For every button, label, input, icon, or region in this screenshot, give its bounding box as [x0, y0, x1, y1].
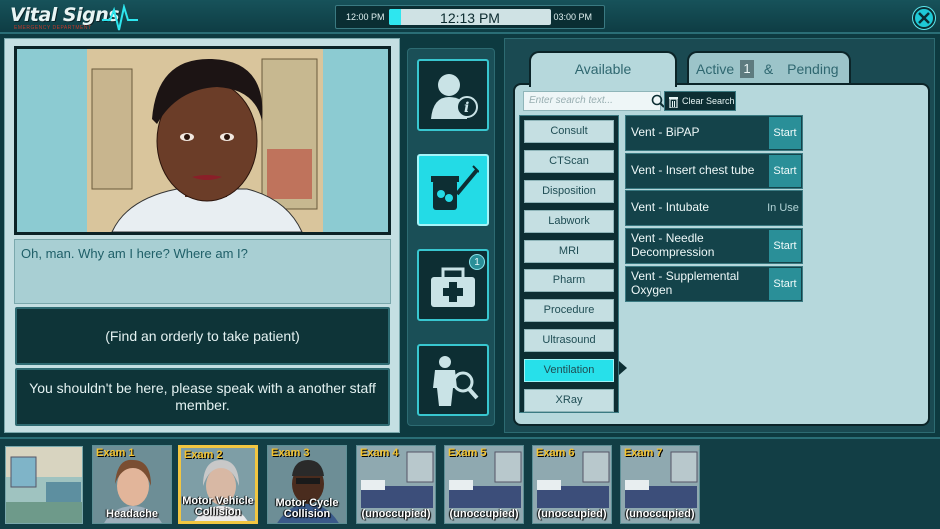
exam-label: Exam 6	[536, 447, 575, 459]
exam-room-2[interactable]: Exam 2 Motor Vehicle Collision	[178, 445, 258, 524]
tab-pending-label: Pending	[787, 61, 839, 77]
category-consult[interactable]: Consult	[524, 120, 614, 143]
exam-label: Exam 5	[448, 447, 487, 459]
svg-text:i: i	[464, 100, 469, 116]
procedure-name: Vent - BiPAP	[631, 125, 700, 140]
start-button[interactable]: Start	[769, 155, 801, 187]
medications-button[interactable]	[417, 154, 489, 226]
patient-dialogue: Oh, man. Why am I here? Where am I?	[14, 239, 391, 304]
shift-end-time: 03:00 PM	[553, 12, 592, 22]
category-ultrasound[interactable]: Ultrasound	[524, 329, 614, 352]
procedure-item: Vent - Insert chest tube Start	[625, 153, 803, 189]
patient-info-icon: i	[431, 74, 478, 119]
clear-search-button[interactable]: Clear Search	[664, 91, 736, 111]
category-ctscan[interactable]: CTScan	[524, 150, 614, 173]
procedure-name: Vent - Intubate	[631, 200, 710, 215]
selected-category-arrow-icon	[619, 361, 627, 375]
tool-column: i 1	[407, 48, 495, 426]
exam-description: (unoccupied)	[449, 508, 519, 521]
exam-room-7[interactable]: Exam 7 (unoccupied)	[620, 445, 700, 524]
lobby-view-button[interactable]	[5, 446, 83, 524]
procedure-name: Vent - Insert chest tube	[631, 163, 755, 178]
tab-active-label: Active	[696, 61, 735, 77]
procedure-item: Vent - BiPAP Start	[625, 115, 803, 151]
examine-body-icon	[433, 356, 479, 406]
category-xray[interactable]: XRay	[524, 389, 614, 412]
search-input[interactable]: Enter search text...	[523, 91, 665, 111]
tab-active-pending[interactable]: Active 1 & Pending 0	[687, 51, 851, 111]
start-button[interactable]: Start	[769, 117, 801, 149]
exam-label: Exam 7	[624, 447, 663, 459]
heartbeat-icon	[102, 4, 138, 31]
top-bar: Vital Signs EMERGENCY DEPARTMENT 12:00 P…	[0, 0, 940, 34]
exam-room-6[interactable]: Exam 6 (unoccupied)	[532, 445, 612, 524]
category-list: Consult CTScan Disposition Labwork MRI P…	[519, 115, 619, 413]
start-button[interactable]: Start	[769, 230, 801, 262]
category-labwork[interactable]: Labwork	[524, 210, 614, 233]
response-option[interactable]: (Find an orderly to take patient)	[15, 307, 390, 365]
exam-description: Motor Vehicle Collision	[182, 494, 254, 519]
exam-description: (unoccupied)	[537, 508, 607, 521]
patient-info-button[interactable]: i	[417, 59, 489, 131]
exam-description: (unoccupied)	[361, 508, 431, 521]
time-progress: 12:00 PM 12:13 PM 03:00 PM	[335, 5, 605, 29]
exam-room-4[interactable]: Exam 4 (unoccupied)	[356, 445, 436, 524]
category-ventilation[interactable]: Ventilation	[524, 359, 614, 382]
search-placeholder: Enter search text...	[529, 95, 613, 106]
procedure-name: Vent - Supplemental Oxygen	[631, 269, 740, 297]
tab-available[interactable]: Available	[529, 51, 677, 87]
procedure-item: Vent - Intubate In Use	[625, 190, 803, 226]
response-option[interactable]: You shouldn't be here, please speak with…	[15, 368, 390, 426]
category-mri[interactable]: MRI	[524, 240, 614, 263]
exam-label: Exam 2	[184, 449, 223, 461]
category-disposition[interactable]: Disposition	[524, 180, 614, 203]
procedure-name: Vent - Needle Decompression	[631, 231, 715, 259]
exam-description: (unoccupied)	[625, 508, 695, 521]
vital-signs-logo: Vital Signs EMERGENCY DEPARTMENT	[10, 4, 138, 32]
close-icon	[918, 12, 930, 24]
exam-description: Motor Cycle Collision	[275, 496, 339, 521]
category-procedure[interactable]: Procedure	[524, 299, 614, 322]
start-button[interactable]: Start	[769, 268, 801, 300]
search-icon[interactable]	[651, 94, 665, 108]
close-button[interactable]	[913, 7, 935, 29]
procedure-item: Vent - Needle Decompression Start	[625, 228, 803, 264]
exam-description: Headache	[106, 508, 158, 521]
orders-panel: Enter search text... Clear Search Consul…	[513, 83, 930, 426]
lobby-image	[6, 447, 82, 523]
in-use-status: In Use	[765, 192, 801, 224]
medication-icon	[431, 165, 479, 210]
category-pharm[interactable]: Pharm	[524, 269, 614, 292]
patient-portrait	[14, 46, 391, 235]
patient-panel: Oh, man. Why am I here? Where am I? (Fin…	[4, 38, 400, 433]
supplies-button[interactable]: 1	[417, 249, 489, 321]
patient-portrait-image	[17, 49, 388, 232]
clear-search-label: Clear Search	[682, 96, 735, 106]
tab-ampersand: &	[763, 61, 774, 77]
current-time: 12:13 PM	[440, 10, 500, 26]
orders-area: Available Active 1 & Pending 0 Enter sea…	[504, 38, 935, 433]
exam-room-3[interactable]: Exam 3 Motor Cycle Collision	[267, 445, 347, 524]
examine-button[interactable]	[417, 344, 489, 416]
procedure-item: Vent - Supplemental Oxygen Start	[625, 266, 803, 302]
supplies-count-badge: 1	[469, 254, 485, 270]
exam-room-bar: Exam 1 Headache Exam 2 Motor Vehicle Col…	[0, 437, 940, 529]
exam-label: Exam 1	[96, 447, 135, 459]
exam-room-5[interactable]: Exam 5 (unoccupied)	[444, 445, 524, 524]
exam-room-1[interactable]: Exam 1 Headache	[92, 445, 172, 524]
logo-subtitle: EMERGENCY DEPARTMENT	[14, 25, 92, 31]
exam-label: Exam 4	[360, 447, 399, 459]
active-count: 1	[740, 60, 755, 79]
trash-icon	[669, 97, 678, 108]
shift-start-time: 12:00 PM	[346, 12, 385, 22]
time-track: 12:13 PM	[389, 9, 551, 26]
exam-label: Exam 3	[271, 447, 310, 459]
